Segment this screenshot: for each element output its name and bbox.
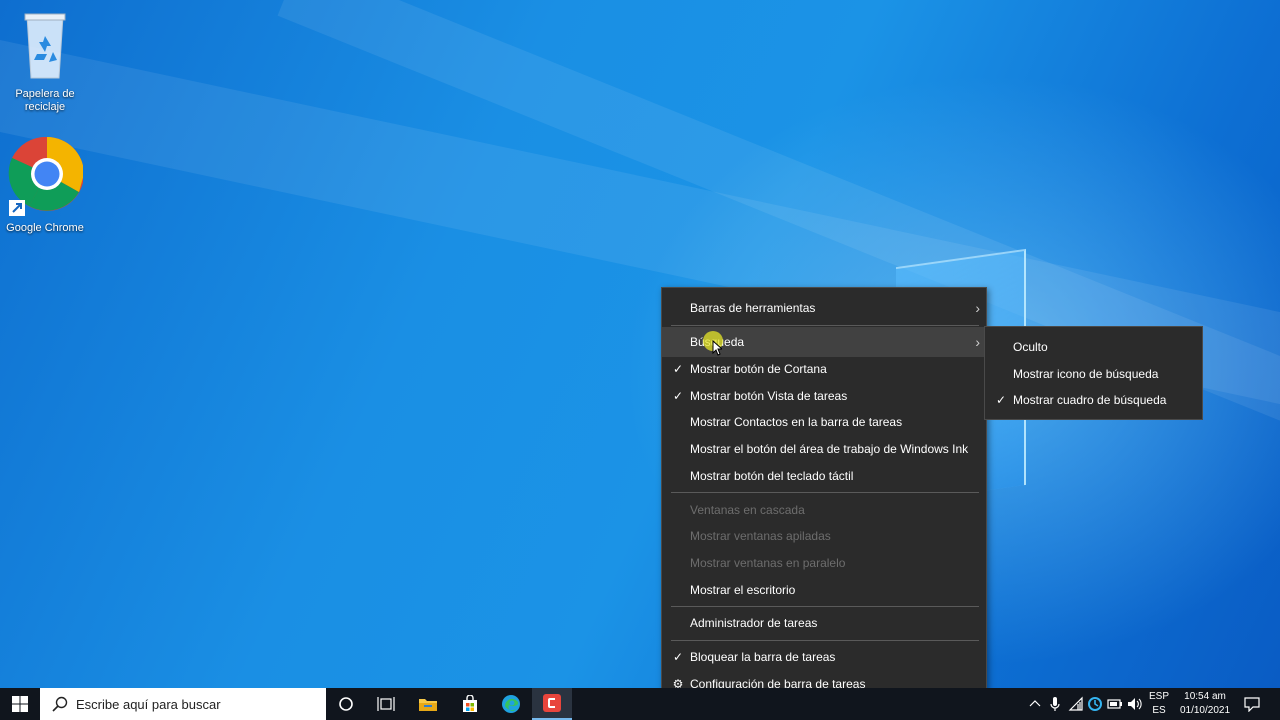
desktop-icon-label: Google Chrome xyxy=(6,222,84,234)
menu-item-show-contacts[interactable]: Mostrar Contactos en la barra de tareas xyxy=(662,409,986,435)
edge-button[interactable] xyxy=(491,688,531,720)
menu-item-label: Mostrar Contactos en la barra de tareas xyxy=(690,415,903,429)
edge-icon xyxy=(502,695,520,713)
menu-item-label: Mostrar botón de Cortana xyxy=(690,362,827,376)
clock[interactable]: 10:54 am 01/10/2021 xyxy=(1176,690,1234,718)
menu-separator xyxy=(671,606,979,607)
menu-item-stacked: Mostrar ventanas apiladas xyxy=(662,523,986,549)
check-icon: ✓ xyxy=(995,393,1007,407)
submenu-item-search-icon[interactable]: Mostrar icono de búsqueda xyxy=(985,361,1202,387)
menu-separator xyxy=(671,325,979,326)
submenu-item-search-box[interactable]: ✓ Mostrar cuadro de búsqueda xyxy=(985,387,1202,413)
language-indicator[interactable]: ESP ES xyxy=(1146,690,1172,718)
check-icon: ✓ xyxy=(672,362,684,376)
file-explorer-button[interactable] xyxy=(408,688,448,720)
menu-item-show-windows-ink[interactable]: Mostrar el botón del área de trabajo de … xyxy=(662,436,986,462)
windows-start-icon xyxy=(12,696,28,712)
menu-item-toolbars[interactable]: Barras de herramientas › xyxy=(662,295,986,321)
menu-item-label: Oculto xyxy=(1013,340,1048,354)
taskbar-search-box[interactable]: Escribe aquí para buscar xyxy=(40,688,326,720)
menu-item-label: Mostrar icono de búsqueda xyxy=(1013,367,1159,381)
language-code: ESP xyxy=(1148,691,1169,702)
submenu-item-hidden[interactable]: Oculto xyxy=(985,334,1202,360)
menu-item-show-task-view[interactable]: ✓ Mostrar botón Vista de tareas xyxy=(662,383,986,409)
menu-item-show-cortana[interactable]: ✓ Mostrar botón de Cortana xyxy=(662,356,986,382)
store-icon xyxy=(463,695,477,712)
menu-item-cascade: Ventanas en cascada xyxy=(662,497,986,523)
menu-item-side-by-side: Mostrar ventanas en paralelo xyxy=(662,550,986,576)
search-icon xyxy=(52,696,68,712)
chevron-right-icon: › xyxy=(975,300,980,316)
store-button[interactable] xyxy=(450,688,490,720)
search-submenu: Oculto Mostrar icono de búsqueda ✓ Mostr… xyxy=(984,326,1203,420)
battery-icon[interactable] xyxy=(1107,696,1123,712)
camtasia-icon xyxy=(543,694,561,712)
check-icon: ✓ xyxy=(672,389,684,403)
microphone-icon[interactable] xyxy=(1047,696,1063,712)
taskbar: Escribe aquí para buscar ESP ES 10:54 am… xyxy=(0,688,1280,720)
network-icon[interactable] xyxy=(1068,696,1084,712)
menu-item-label: Mostrar ventanas en paralelo xyxy=(690,556,846,570)
camtasia-button[interactable] xyxy=(532,688,572,720)
menu-item-label: Mostrar botón del teclado táctil xyxy=(690,469,854,483)
search-placeholder: Escribe aquí para buscar xyxy=(76,696,221,712)
notifications-icon[interactable] xyxy=(1244,696,1260,712)
desktop-icon-chrome[interactable]: Google Chrome xyxy=(2,136,88,235)
mouse-pointer-icon xyxy=(712,340,722,356)
menu-item-label: Administrador de tareas xyxy=(690,616,818,630)
desktop-icon-label: Papelera de reciclaje xyxy=(15,88,75,113)
menu-item-label: Mostrar cuadro de búsqueda xyxy=(1013,393,1167,407)
file-explorer-icon xyxy=(419,699,437,711)
cloud-sync-icon[interactable] xyxy=(1087,696,1103,712)
task-view-icon xyxy=(377,697,395,711)
volume-icon[interactable] xyxy=(1127,696,1143,712)
menu-item-label: Mostrar ventanas apiladas xyxy=(690,529,831,543)
menu-item-label: Bloquear la barra de tareas xyxy=(690,650,836,664)
chevron-up-icon[interactable] xyxy=(1027,696,1043,712)
clock-date: 01/10/2021 xyxy=(1179,705,1231,716)
menu-separator xyxy=(671,492,979,493)
keyboard-layout: ES xyxy=(1152,705,1166,716)
desktop-icon-recycle-bin[interactable]: Papelera de reciclaje xyxy=(2,8,88,114)
menu-item-show-desktop[interactable]: Mostrar el escritorio xyxy=(662,577,986,603)
chevron-right-icon: › xyxy=(975,334,980,350)
start-button[interactable] xyxy=(0,688,40,720)
menu-item-label: Mostrar el botón del área de trabajo de … xyxy=(690,442,969,456)
menu-item-label: Ventanas en cascada xyxy=(690,503,805,517)
task-view-button[interactable] xyxy=(366,688,406,720)
menu-item-lock-taskbar[interactable]: ✓ Bloquear la barra de tareas xyxy=(662,644,986,670)
cortana-button[interactable] xyxy=(326,688,366,720)
chrome-icon xyxy=(8,136,84,216)
check-icon: ✓ xyxy=(672,650,684,664)
menu-item-label: Mostrar el escritorio xyxy=(690,583,796,597)
menu-item-label: Barras de herramientas xyxy=(690,301,816,315)
menu-item-label: Mostrar botón Vista de tareas xyxy=(690,389,848,403)
recycle-bin-icon xyxy=(24,13,66,79)
cortana-icon xyxy=(339,697,353,711)
menu-item-task-manager[interactable]: Administrador de tareas xyxy=(662,610,986,636)
clock-time: 10:54 am xyxy=(1184,691,1226,702)
menu-separator xyxy=(671,640,979,641)
menu-item-show-touch-keyboard[interactable]: Mostrar botón del teclado táctil xyxy=(662,463,986,489)
